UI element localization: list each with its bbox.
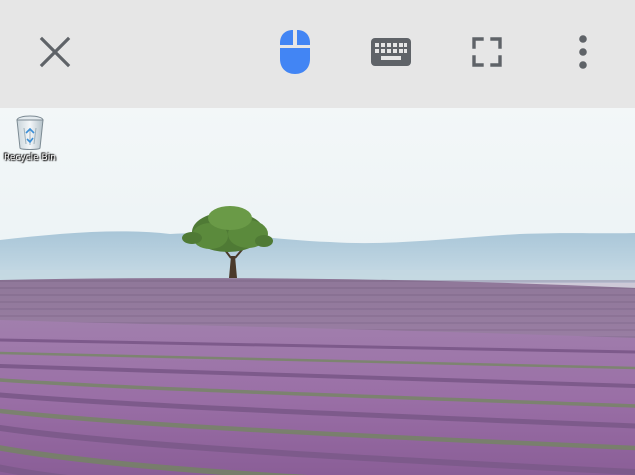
fullscreen-icon: [472, 37, 502, 67]
close-button[interactable]: [25, 22, 85, 82]
toolbar: [0, 0, 635, 108]
fullscreen-button[interactable]: [457, 22, 517, 82]
mouse-mode-button[interactable]: [265, 22, 325, 82]
desktop-icon-label: Recycle Bin: [4, 153, 56, 163]
remote-desktop-app: Recycle Bin: [0, 0, 635, 475]
wallpaper-image: [0, 108, 635, 475]
recycle-bin-icon: [16, 115, 44, 150]
more-vertical-icon: [579, 35, 587, 69]
more-options-button[interactable]: [553, 22, 613, 82]
keyboard-button[interactable]: [361, 22, 421, 82]
mouse-icon: [280, 30, 310, 74]
keyboard-icon: [371, 38, 411, 66]
remote-desktop-view[interactable]: Recycle Bin: [0, 108, 635, 475]
close-icon: [39, 36, 71, 68]
desktop-icon-recycle-bin[interactable]: Recycle Bin: [2, 114, 58, 174]
